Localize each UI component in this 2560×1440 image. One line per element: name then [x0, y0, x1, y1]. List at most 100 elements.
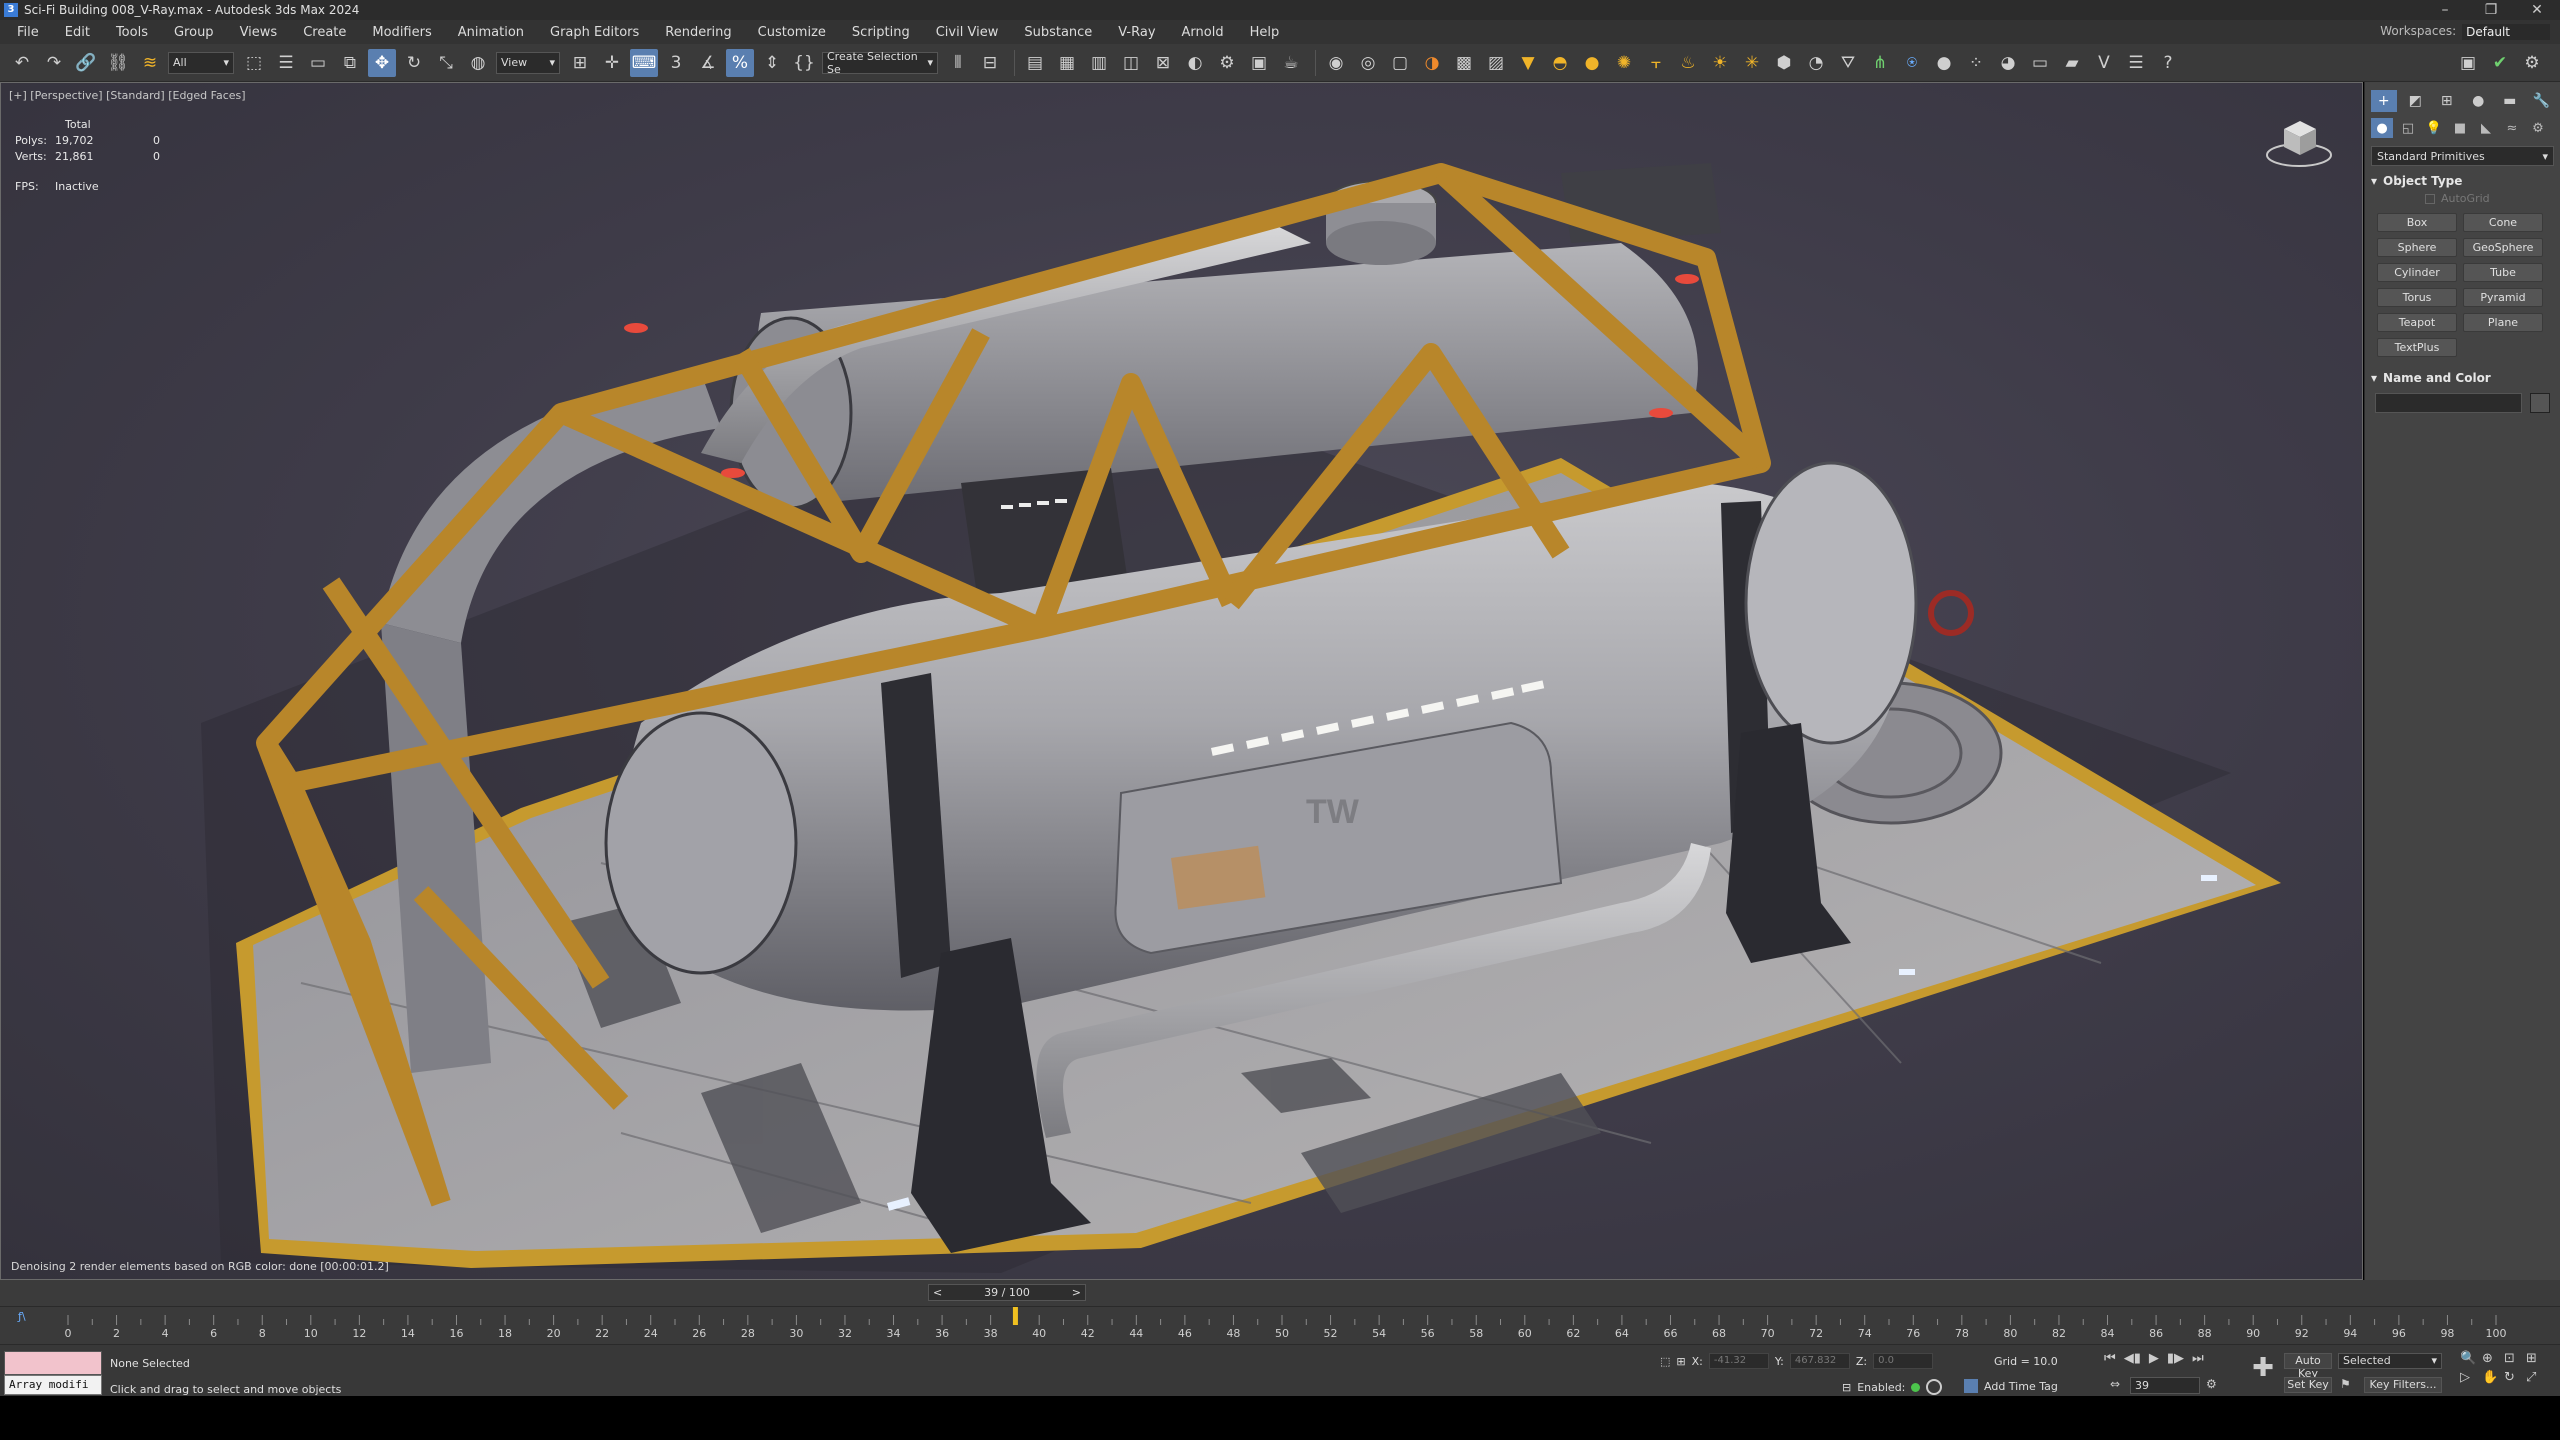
menu-graph-editors[interactable]: Graph Editors	[537, 25, 652, 40]
vray-scene-converter-icon[interactable]: ▨	[1482, 49, 1510, 77]
cone-button[interactable]: Cone	[2463, 213, 2543, 232]
y-coordinate-field[interactable]: 467.832	[1789, 1353, 1850, 1369]
geosphere-button[interactable]: GeoSphere	[2463, 238, 2543, 257]
vray-asset-editor-icon[interactable]: ◉	[1322, 49, 1350, 77]
z-coordinate-field[interactable]: 0.0	[1873, 1353, 1934, 1369]
pyramid-button[interactable]: Pyramid	[2463, 288, 2543, 307]
percent-snap-icon[interactable]: %	[726, 48, 754, 77]
time-slider-prev-icon[interactable]: <	[933, 1286, 942, 1299]
maximize-viewport-icon[interactable]: ⤢	[2526, 1370, 2548, 1385]
dropdown-arrow-icon[interactable]: ⚙	[2518, 49, 2546, 77]
sphere-button[interactable]: Sphere	[2377, 238, 2457, 257]
orbit-icon[interactable]: ↻	[2504, 1370, 2526, 1385]
autogrid-checkbox[interactable]: AutoGrid	[2425, 192, 2560, 205]
zoom-icon[interactable]: 🔍	[2460, 1351, 2482, 1366]
vray-light-lister-icon[interactable]: ◑	[1418, 49, 1446, 77]
current-frame-marker[interactable]	[1012, 1307, 1018, 1325]
angle-snap-icon[interactable]: ∡	[694, 49, 722, 77]
link-icon[interactable]: 🔗	[72, 49, 100, 77]
menu-group[interactable]: Group	[161, 25, 227, 40]
torus-button[interactable]: Torus	[2377, 288, 2457, 307]
zoom-all-icon[interactable]: ⊕	[2482, 1351, 2504, 1366]
systems-icon[interactable]: ⚙	[2527, 118, 2549, 138]
menu-help[interactable]: Help	[1237, 25, 1293, 40]
menu-animation[interactable]: Animation	[445, 25, 537, 40]
substance-icon[interactable]: ▣	[2454, 49, 2482, 77]
vray-dome-light-icon[interactable]: ◓	[1546, 49, 1574, 77]
vray-vision-icon[interactable]: ▭	[2026, 49, 2054, 77]
auto-key-button[interactable]: Auto Key	[2284, 1353, 2332, 1380]
lights-icon[interactable]: 💡	[2423, 118, 2445, 138]
vray-mesh-light-icon[interactable]: ✺	[1610, 49, 1638, 77]
manipulate-icon[interactable]: ✛	[598, 49, 626, 77]
key-filters-icon[interactable]: ⚑	[2340, 1377, 2351, 1391]
schematic-view-icon[interactable]: ⊠	[1149, 49, 1177, 77]
vray-clipper-icon[interactable]: ⛛	[1834, 49, 1862, 77]
vray-proxy-icon[interactable]: ⬢	[1770, 49, 1798, 77]
key-selection-dropdown[interactable]: Selected ▾	[2338, 1353, 2442, 1369]
vray-ambient-light-icon[interactable]: ♨	[1674, 49, 1702, 77]
viewcube-icon[interactable]	[2264, 111, 2334, 171]
box-button[interactable]: Box	[2377, 213, 2457, 232]
x-coordinate-field[interactable]: -41.32	[1708, 1353, 1769, 1369]
bind-space-warp-icon[interactable]: ≋	[136, 49, 164, 77]
primitive-category-dropdown[interactable]: Standard Primitives ▾	[2371, 146, 2554, 166]
vray-sphere-fade-icon[interactable]: ◔	[1802, 49, 1830, 77]
vray-sphere-light-icon[interactable]: ●	[1578, 49, 1606, 77]
rendered-frame-window-icon[interactable]: ▣	[1245, 49, 1273, 77]
window-crossing-icon[interactable]: ⧉	[336, 49, 364, 77]
current-frame-field[interactable]: 39	[2130, 1377, 2200, 1394]
go-to-end-icon[interactable]: ⏭	[2192, 1351, 2204, 1366]
helpers-icon[interactable]: ◣	[2475, 118, 2497, 138]
play-icon[interactable]: ▶	[2149, 1351, 2159, 1366]
scene-explorer-icon[interactable]: ▤	[1021, 49, 1049, 77]
pivot-center-icon[interactable]: ⊞	[566, 49, 594, 77]
close-icon[interactable]: ✕	[2514, 2, 2560, 18]
cameras-icon[interactable]: ■	[2449, 118, 2471, 138]
named-selection-sets-dropdown[interactable]: Create Selection Se ▾	[822, 50, 938, 76]
select-scale-icon[interactable]: ⤡	[432, 49, 460, 77]
hierarchy-tab-icon[interactable]: ⊞	[2434, 90, 2460, 112]
modify-tab-icon[interactable]: ◩	[2403, 90, 2429, 112]
object-name-field[interactable]	[2375, 393, 2522, 413]
menu-arnold[interactable]: Arnold	[1169, 25, 1237, 40]
zoom-extents-icon[interactable]: ⊡	[2504, 1351, 2526, 1366]
teapot-button[interactable]: Teapot	[2377, 313, 2457, 332]
create-tab-icon[interactable]: +	[2371, 90, 2397, 112]
3dsmax-app-icon[interactable]: 3	[4, 3, 18, 17]
vray-material-icon[interactable]: ●	[1930, 49, 1958, 77]
reference-coordinate-dropdown[interactable]: View ▾	[496, 51, 560, 74]
spinner-snap-icon[interactable]: ⇕	[758, 49, 786, 77]
absolute-mode-icon[interactable]: ⊞	[1676, 1355, 1685, 1368]
undo-icon[interactable]: ↶	[8, 49, 36, 77]
restore-icon[interactable]: ❐	[2468, 2, 2514, 18]
minimize-icon[interactable]: –	[2422, 2, 2468, 18]
zoom-extents-all-icon[interactable]: ⊞	[2526, 1351, 2548, 1366]
menu-edit[interactable]: Edit	[52, 25, 103, 40]
ribbon-toggle-icon[interactable]: ▥	[1085, 49, 1113, 77]
set-key-icon[interactable]: ✚	[2248, 1353, 2278, 1383]
vray-logo-icon[interactable]: Ⅴ	[2090, 49, 2118, 77]
snaps-toggle-icon[interactable]: 3	[662, 49, 690, 77]
vray-sun-icon[interactable]: ☀	[1706, 49, 1734, 77]
select-place-icon[interactable]: ◍	[464, 49, 492, 77]
motion-tab-icon[interactable]: ●	[2466, 90, 2492, 112]
render-production-icon[interactable]: ☕	[1277, 49, 1305, 77]
align-icon[interactable]: ⊟	[976, 49, 1004, 77]
mirror-icon[interactable]: ⫴	[944, 49, 972, 77]
utilities-tab-icon[interactable]: 🔧	[2529, 90, 2555, 112]
timeline-ruler[interactable]: ƒ\ 0 2 4 6 8 10 12 14 16 18 20 22 24 26 28 30 32 34 36 38 40…	[0, 1306, 2560, 1344]
material-editor-icon[interactable]: ◐	[1181, 49, 1209, 77]
maxscript-listener-input[interactable]: Array modifi	[4, 1375, 102, 1395]
object-type-rollout[interactable]: ▾ Object Type	[2371, 174, 2554, 188]
workspace-dropdown[interactable]: Default	[2462, 24, 2550, 40]
key-mode-toggle-icon[interactable]: ⇔	[2110, 1377, 2120, 1391]
menu-tools[interactable]: Tools	[103, 25, 161, 40]
layer-explorer-icon[interactable]: ▦	[1053, 49, 1081, 77]
vray-decal-icon[interactable]: ⍟	[1898, 49, 1926, 77]
name-and-color-rollout[interactable]: ▾ Name and Color	[2371, 371, 2554, 385]
menu-vray[interactable]: V-Ray	[1105, 25, 1168, 40]
vray-frame-buffer-icon[interactable]: ▢	[1386, 49, 1414, 77]
previous-frame-icon[interactable]: ◀▮	[2124, 1351, 2141, 1366]
menu-scripting[interactable]: Scripting	[839, 25, 923, 40]
